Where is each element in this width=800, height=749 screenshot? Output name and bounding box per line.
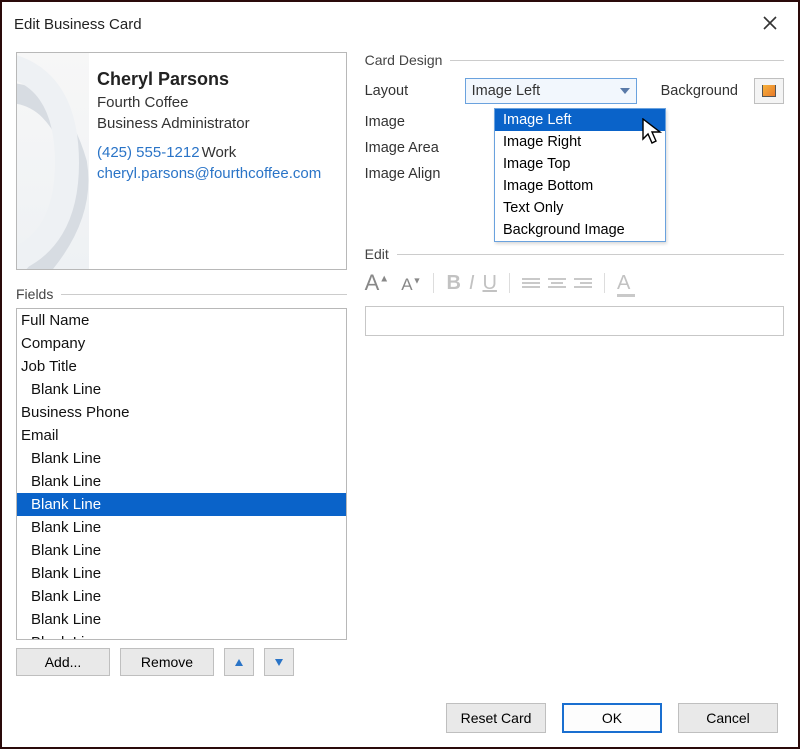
divider (61, 294, 346, 295)
field-item[interactable]: Blank Line (17, 378, 346, 401)
field-item[interactable]: Blank Line (17, 539, 346, 562)
field-item[interactable]: Company (17, 332, 346, 355)
layout-select-value: Image Left (472, 83, 541, 99)
image-area-label: Image Area (365, 140, 455, 156)
background-color-button[interactable] (754, 78, 784, 104)
layout-select[interactable]: Image Left (465, 78, 637, 104)
field-item[interactable]: Business Phone (17, 401, 346, 424)
card-fullname: Cheryl Parsons (97, 69, 334, 90)
layout-label: Layout (365, 83, 455, 99)
card-phone-number: (425) 555-1212 (97, 144, 200, 161)
layout-option[interactable]: Image Right (495, 131, 665, 153)
card-preview-image-panel (17, 53, 89, 270)
reset-card-button[interactable]: Reset Card (446, 703, 546, 733)
field-item[interactable]: Blank Line (17, 493, 346, 516)
field-item[interactable]: Blank Line (17, 562, 346, 585)
align-center-button[interactable] (548, 278, 566, 288)
fields-group: Fields Full NameCompanyJob TitleBlank Li… (16, 286, 347, 689)
image-align-label: Image Align (365, 166, 455, 182)
field-item[interactable]: Blank Line (17, 470, 346, 493)
divider (450, 60, 784, 61)
titlebar: Edit Business Card (2, 2, 798, 46)
fields-list[interactable]: Full NameCompanyJob TitleBlank LineBusin… (16, 308, 347, 640)
layout-dropdown[interactable]: Image LeftImage RightImage TopImage Bott… (494, 108, 666, 242)
field-item[interactable]: Email (17, 424, 346, 447)
card-preview-body: Cheryl Parsons Fourth Coffee Business Ad… (97, 69, 334, 182)
edit-business-card-dialog: Edit Business Card Cheryl Parsons Fourth (0, 0, 800, 749)
edit-text-input[interactable] (365, 306, 784, 336)
increase-font-button[interactable]: A▲ (365, 270, 390, 296)
arrow-up-icon (235, 659, 243, 666)
bold-button[interactable]: B (446, 272, 460, 295)
layout-option[interactable]: Image Left (495, 109, 665, 131)
layout-option[interactable]: Text Only (495, 197, 665, 219)
chevron-down-icon (620, 88, 630, 94)
background-label: Background (661, 83, 738, 99)
edit-toolbar: A▲ A▼ B I U A (365, 270, 784, 296)
card-preview: Cheryl Parsons Fourth Coffee Business Ad… (16, 52, 347, 270)
close-icon (763, 14, 777, 35)
field-item[interactable]: Blank Line (17, 631, 346, 640)
decrease-font-button[interactable]: A▼ (401, 275, 421, 295)
close-button[interactable] (754, 10, 786, 38)
ok-button[interactable]: OK (562, 703, 662, 733)
divider (433, 273, 434, 293)
field-item[interactable]: Blank Line (17, 447, 346, 470)
layout-option[interactable]: Image Top (495, 153, 665, 175)
move-down-button[interactable] (264, 648, 294, 676)
field-item[interactable]: Blank Line (17, 516, 346, 539)
card-phone: (425) 555-1212Work (97, 144, 334, 161)
fields-group-label: Fields (16, 286, 53, 302)
card-phone-label: Work (202, 144, 237, 161)
paint-bucket-icon (762, 85, 776, 97)
divider (509, 273, 510, 293)
underline-button[interactable]: U (482, 272, 496, 295)
layout-option[interactable]: Image Bottom (495, 175, 665, 197)
font-color-button[interactable]: A (617, 272, 630, 295)
dialog-footer: Reset Card OK Cancel (2, 689, 798, 747)
divider (397, 254, 784, 255)
remove-field-button[interactable]: Remove (120, 648, 214, 676)
image-label: Image (365, 114, 455, 130)
field-item[interactable]: Blank Line (17, 608, 346, 631)
card-design-group-label: Card Design (365, 52, 443, 68)
italic-button[interactable]: I (469, 272, 475, 295)
field-item[interactable]: Job Title (17, 355, 346, 378)
arrow-down-icon (275, 659, 283, 666)
field-item[interactable]: Blank Line (17, 585, 346, 608)
edit-group: Edit A▲ A▼ B I U (365, 246, 784, 336)
align-right-button[interactable] (574, 278, 592, 288)
move-up-button[interactable] (224, 648, 254, 676)
cancel-button[interactable]: Cancel (678, 703, 778, 733)
card-company: Fourth Coffee (97, 94, 334, 111)
card-email: cheryl.parsons@fourthcoffee.com (97, 165, 334, 182)
card-jobtitle: Business Administrator (97, 115, 334, 132)
layout-option[interactable]: Background Image (495, 219, 665, 241)
field-item[interactable]: Full Name (17, 309, 346, 332)
divider (604, 273, 605, 293)
align-left-button[interactable] (522, 278, 540, 288)
edit-group-label: Edit (365, 246, 389, 262)
add-field-button[interactable]: Add... (16, 648, 110, 676)
dialog-title: Edit Business Card (14, 16, 142, 33)
